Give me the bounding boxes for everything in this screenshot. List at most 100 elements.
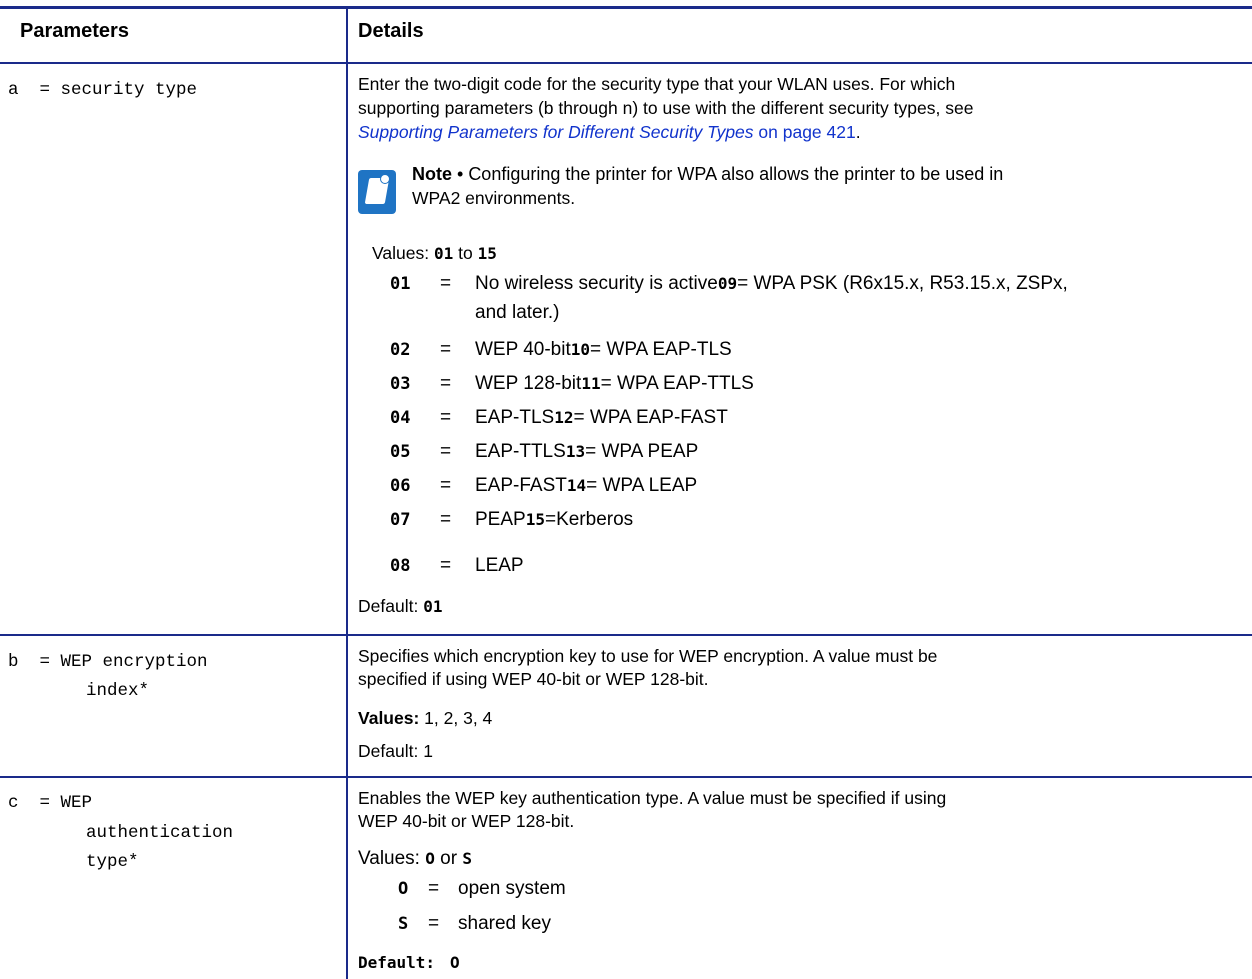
row-c-desc-1: Enables the WEP key authentication type.… [358, 788, 947, 808]
parameters-table: Parameters Details a = security type Ent… [0, 0, 1252, 979]
code-value-2: = WPA PSK (R6x15.x, R53.15.x, ZSPx, [737, 273, 1068, 294]
code-eq: = [440, 273, 452, 294]
row-a-desc-1: Enter the two-digit code for the securit… [358, 74, 956, 94]
note-line-2: WPA2 environments. [412, 188, 576, 208]
row-a-bottom-border [0, 634, 1252, 636]
code-value-2: = WPA EAP-TLS [590, 339, 732, 360]
header-parameters: Parameters [20, 20, 129, 42]
note-label: Note [412, 164, 452, 184]
default-value: 1 [423, 741, 433, 761]
code-eq: = [440, 441, 452, 462]
code-value: WEP 128-bit [475, 373, 582, 394]
code-value-2: =Kerberos [544, 509, 634, 530]
code-eq: = [440, 555, 452, 576]
values-end: 15 [477, 244, 497, 263]
code-value: EAP-TLS [475, 407, 555, 428]
code-row-06: 06 = EAP-FAST14= WPA LEAP [390, 475, 697, 497]
values-o: O [425, 849, 435, 868]
row-a-values: Values: 01 to 15 [372, 241, 497, 266]
header-bottom-border [0, 62, 1252, 64]
row-a-default: Default: 01 [358, 594, 442, 619]
code-value-2: = WPA LEAP [586, 475, 698, 496]
code-row-o: O = open system [398, 878, 566, 900]
values-from: 01 [433, 244, 454, 263]
code-value: shared key [458, 913, 551, 934]
row-b-default: Default: 1 [358, 739, 433, 763]
code-key: 01 [390, 274, 411, 294]
code-value-2: = WPA PEAP [585, 441, 699, 462]
period: . [855, 122, 861, 142]
default-label: Default: [358, 741, 419, 761]
default-value: O [449, 953, 460, 972]
code-key-2: 14 [566, 476, 587, 495]
row-a-desc-2: supporting parameters (b through n) to u… [358, 98, 974, 118]
row-b-values: Values: 1, 2, 3, 4 [358, 706, 492, 730]
code-key-2: 09 [717, 274, 738, 293]
code-row-01: 01 = No wireless security is active09= WPA… [390, 273, 1068, 295]
row-b-desc-1: Specifies which encryption key to use fo… [358, 646, 938, 666]
values-s: S [462, 849, 472, 868]
code-key: 06 [390, 476, 411, 496]
row-c-values: Values: O or S [358, 847, 472, 871]
code-key: 03 [390, 374, 411, 394]
page-ref-link[interactable]: on page 421 [754, 122, 855, 142]
code-row-01-cont: and later.) [475, 302, 560, 323]
code-key-2: 13 [565, 442, 586, 461]
row-b-desc-2: specified if using WEP 40-bit or WEP 128… [358, 669, 709, 689]
code-value: WEP 40-bit [475, 339, 571, 360]
default-value: 01 [423, 597, 443, 616]
param-b-line-1: b = WEP encryption [8, 652, 208, 672]
code-eq: = [428, 878, 440, 899]
code-value: EAP-FAST [475, 475, 567, 496]
code-row-03: 03 = WEP 128-bit11= WPA EAP-TTLS [390, 373, 754, 395]
code-eq: = [440, 509, 452, 530]
code-value: LEAP [475, 555, 524, 576]
row-a-desc-3: Supporting Parameters for Different Secu… [358, 120, 861, 144]
code-key: 02 [390, 340, 411, 360]
code-key: 07 [390, 510, 411, 530]
code-eq: = [440, 475, 452, 496]
param-c-line-1: c = WEP [8, 793, 93, 813]
code-row-07: 07 = PEAP15=Kerberos [390, 509, 633, 531]
code-key: 04 [390, 408, 411, 428]
note-pin-shape [380, 174, 390, 184]
param-b-line-2: index* [86, 681, 150, 701]
code-eq: = [440, 407, 452, 428]
code-eq: = [440, 339, 452, 360]
code-value: EAP-TTLS [475, 441, 566, 462]
header-details: Details [358, 20, 424, 42]
param-c-line-3: type* [86, 852, 139, 872]
code-key-2: 11 [581, 374, 601, 393]
param-c-line-2: authentication [86, 823, 234, 843]
default-label: Default: [358, 953, 436, 972]
code-row-05: 05 = EAP-TTLS13= WPA PEAP [390, 441, 698, 463]
values-or: or [440, 848, 458, 869]
note-line-1: Note • Configuring the printer for WPA a… [412, 162, 1003, 186]
code-key: O [398, 879, 409, 899]
param-a: a = security type [8, 80, 198, 100]
code-eq: = [428, 913, 440, 934]
row-b-bottom-border [0, 776, 1252, 778]
code-key-2: 12 [554, 408, 574, 427]
code-key: 05 [390, 442, 411, 462]
note-text-1: Configuring the printer for WPA also all… [468, 164, 1004, 184]
code-row-04: 04 = EAP-TLS12= WPA EAP-FAST [390, 407, 728, 429]
code-eq: = [440, 373, 452, 394]
values-to: to [458, 243, 473, 263]
supporting-parameters-link[interactable]: Supporting Parameters for Different Secu… [358, 122, 754, 142]
code-row-s: S = shared key [398, 913, 551, 935]
code-key-2: 10 [570, 340, 591, 359]
note-bullet: • [452, 164, 469, 184]
code-row-08: 08 = LEAP [390, 555, 524, 577]
values-label: Values: [372, 243, 430, 263]
row-c-desc-2: WEP 40-bit or WEP 128-bit. [358, 811, 575, 831]
column-divider [346, 6, 348, 979]
values-label: Values: [358, 848, 420, 869]
table-top-border [0, 6, 1252, 9]
code-key-2: 15 [525, 510, 545, 529]
code-row-02: 02 = WEP 40-bit10= WPA EAP-TLS [390, 339, 732, 361]
code-value: open system [458, 878, 566, 899]
note-icon [358, 170, 396, 214]
code-value-2: = WPA EAP-TTLS [600, 373, 754, 394]
code-value: PEAP [475, 509, 526, 530]
